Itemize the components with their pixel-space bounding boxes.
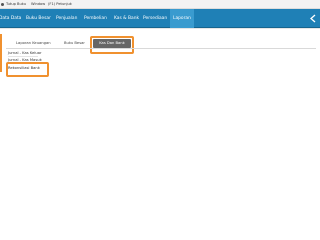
nav-laporan[interactable]: Laporan [170,9,194,28]
app-icon [1,3,4,6]
main-navbar: Data Data Buku Besar Penjualan Pembelian… [0,9,320,28]
menu-tutup-buku[interactable]: Tutup Buku [6,1,26,7]
nav-penjualan[interactable]: Penjualan [54,9,79,28]
back-arrow-icon[interactable] [309,14,319,23]
menu-window[interactable]: Window [31,1,45,7]
subtab-laporan-keuangan[interactable]: Laporan Keuangan [16,40,51,46]
window-menubar: Tutup Buku Window (F1) Petunjuk [0,0,320,9]
nav-kas-bank[interactable]: Kas & Bank [112,9,141,28]
nav-data-data[interactable]: Data Data [0,9,23,28]
nav-buku-besar[interactable]: Buku Besar [24,9,53,28]
nav-persediaan[interactable]: Persediaan [141,9,169,28]
report-highlight-box [6,62,49,77]
subtab-buku-besar[interactable]: Buku Besar [64,40,85,46]
menu-petunjuk[interactable]: (F1) Petunjuk [48,1,72,7]
subnav-divider [6,48,316,49]
nav-pembelian[interactable]: Pembelian [82,9,109,28]
content-top-line [0,28,320,29]
left-highlight-marker [0,34,2,72]
subtab-kas-dan-bank[interactable]: Kas Dan Bank [93,39,131,48]
